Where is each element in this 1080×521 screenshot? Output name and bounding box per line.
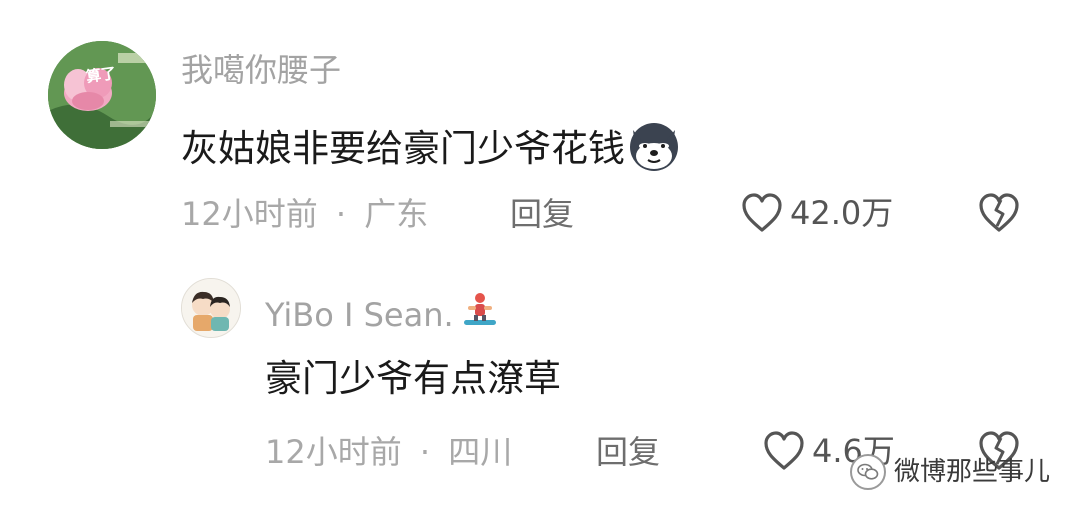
reply-text: 豪门少爷有点潦草 [265, 357, 561, 400]
avatar-image [48, 41, 156, 149]
heart-icon [742, 193, 782, 232]
comment-text: 灰姑娘非要给豪门少爷花钱 [181, 127, 625, 170]
replier-name-row: YiBo I Sean. [265, 290, 500, 339]
avatar-image [182, 279, 240, 337]
comment-location: 广东 [364, 195, 429, 233]
wechat-logo-icon [849, 454, 886, 490]
reply-time: 12小时前 [265, 433, 402, 471]
comment-meta: 12小时前 · 广东 [181, 194, 428, 234]
meta-separator: · [335, 195, 347, 233]
reply-location: 四川 [448, 433, 513, 471]
avatar-caption: 算了 [84, 63, 118, 86]
watermark-text: 微博那些事儿 [893, 457, 1050, 487]
reply-to-reply-button[interactable]: 回复 [596, 432, 660, 472]
comment-body: 灰姑娘非要给豪门少爷花钱 [181, 116, 683, 185]
commenter-username[interactable]: 我噶你腰子 [181, 50, 341, 90]
replier-username[interactable]: YiBo I Sean. [265, 295, 454, 335]
snowboarder-icon [460, 290, 500, 339]
dislike-button[interactable] [976, 192, 1022, 238]
meta-separator: · [419, 433, 431, 471]
broken-heart-icon [979, 193, 1019, 232]
watermark: 微博那些事儿 [849, 454, 1050, 490]
commenter-avatar[interactable] [48, 41, 156, 149]
like-button[interactable]: 42.0万 [740, 192, 893, 234]
heart-icon [764, 431, 804, 470]
reply-meta: 12小时前 · 四川 [265, 432, 512, 472]
replier-avatar[interactable] [181, 278, 241, 338]
reply-button[interactable]: 回复 [510, 194, 574, 234]
comment-time: 12小时前 [181, 195, 318, 233]
dog-sticker-icon [625, 116, 683, 185]
like-count: 42.0万 [790, 194, 894, 232]
